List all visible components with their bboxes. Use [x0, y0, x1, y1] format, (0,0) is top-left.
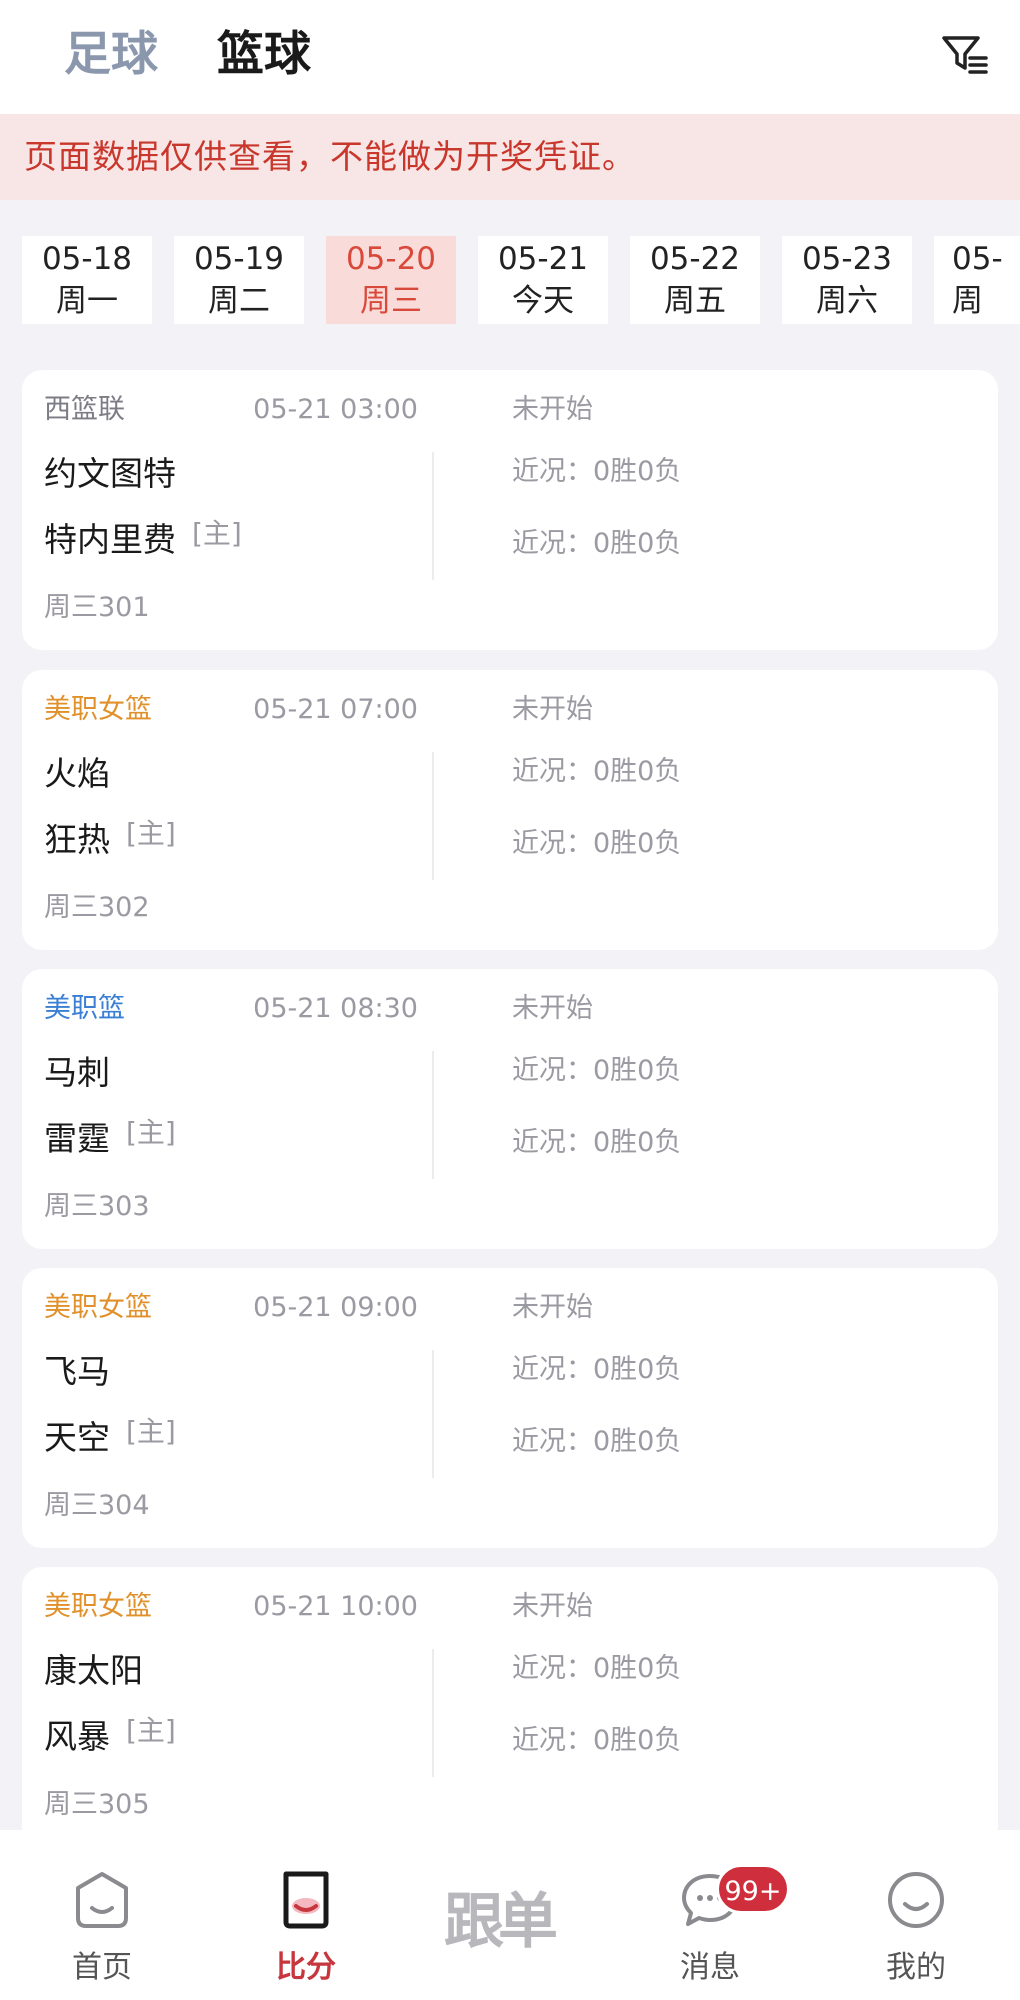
- day-label: 周五: [664, 283, 726, 319]
- match-status: 未开始: [512, 993, 593, 1024]
- tab-football[interactable]: 足球: [64, 20, 158, 90]
- league-label: 美职篮: [44, 993, 125, 1024]
- date-item[interactable]: 05-18 周一: [22, 236, 152, 324]
- date-item[interactable]: 05-21 今天: [478, 236, 608, 324]
- top-header: 足球 篮球: [0, 0, 1020, 114]
- day-label: 周六: [816, 283, 878, 319]
- date-label: 05-19: [193, 241, 285, 277]
- match-number: 周三305: [44, 1789, 150, 1820]
- match-time: 05-21 03:00: [253, 394, 418, 425]
- follow-order-icon[interactable]: 跟单: [444, 1882, 604, 1962]
- away-team: 马刺: [44, 1053, 110, 1092]
- home-team: 狂热: [44, 820, 110, 859]
- divider: [432, 752, 434, 880]
- away-record: 近况：0胜0负: [512, 1055, 682, 1086]
- home-team: 雷霆: [44, 1119, 110, 1158]
- away-team: 约文图特: [44, 454, 176, 493]
- match-card[interactable]: 美职篮 05-21 08:30 未开始 马刺 雷霆 [主] 近况：0胜0负 近况…: [22, 969, 998, 1249]
- away-record: 近况：0胜0负: [512, 456, 682, 487]
- nav-home[interactable]: 首页: [22, 1830, 182, 2000]
- nav-message[interactable]: 消息: [630, 1830, 790, 2000]
- away-record: 近况：0胜0负: [512, 1653, 682, 1684]
- score-icon: [276, 1870, 336, 1930]
- divider: [432, 1649, 434, 1777]
- home-tag: [主]: [126, 1415, 176, 1448]
- date-label: 05-20: [345, 241, 437, 277]
- filter-icon[interactable]: [940, 30, 990, 80]
- match-status: 未开始: [512, 694, 593, 725]
- message-badge: 99+: [716, 1864, 790, 1914]
- home-record: 近况：0胜0负: [512, 1127, 682, 1158]
- divider: [432, 1350, 434, 1478]
- home-team: 天空: [44, 1418, 110, 1457]
- day-label: 周二: [208, 283, 270, 319]
- match-number: 周三301: [44, 592, 150, 623]
- home-tag: [主]: [192, 517, 242, 550]
- away-team: 火焰: [44, 754, 110, 793]
- divider: [432, 452, 434, 580]
- home-team: 特内里费: [44, 520, 176, 559]
- league-label: 西篮联: [44, 394, 125, 425]
- match-card[interactable]: 西篮联 05-21 03:00 未开始 约文图特 特内里费 [主] 近况：0胜0…: [22, 370, 998, 650]
- date-label: 05-23: [801, 241, 893, 277]
- away-record: 近况：0胜0负: [512, 1354, 682, 1385]
- match-number: 周三302: [44, 892, 150, 923]
- nav-profile[interactable]: 我的: [836, 1830, 996, 2000]
- date-item[interactable]: 05-23 周六: [782, 236, 912, 324]
- date-label: 05-21: [497, 241, 589, 277]
- away-record: 近况：0胜0负: [512, 756, 682, 787]
- profile-icon: [886, 1870, 946, 1930]
- away-team: 康太阳: [44, 1651, 143, 1690]
- day-label: 周: [952, 283, 983, 319]
- nav-label: 消息: [680, 1950, 740, 1985]
- nav-label: 首页: [72, 1950, 132, 1985]
- match-status: 未开始: [512, 1591, 593, 1622]
- date-item[interactable]: 05-19 周二: [174, 236, 304, 324]
- league-label: 美职女篮: [44, 1591, 152, 1622]
- match-status: 未开始: [512, 1292, 593, 1323]
- home-team: 风暴: [44, 1717, 110, 1756]
- home-tag: [主]: [126, 817, 176, 850]
- league-label: 美职女篮: [44, 694, 152, 725]
- match-number: 周三304: [44, 1490, 150, 1521]
- bottom-navigation: 首页 比分 跟单 消息 我的: [0, 1830, 1020, 2000]
- home-record: 近况：0胜0负: [512, 1426, 682, 1457]
- match-card[interactable]: 美职女篮 05-21 07:00 未开始 火焰 狂热 [主] 近况：0胜0负 近…: [22, 670, 998, 950]
- date-item[interactable]: 05- 周: [934, 236, 1020, 324]
- match-time: 05-21 09:00: [253, 1292, 418, 1323]
- match-time: 05-21 07:00: [253, 694, 418, 725]
- home-record: 近况：0胜0负: [512, 1725, 682, 1756]
- home-icon: [72, 1870, 132, 1930]
- match-card[interactable]: 美职女篮 05-21 10:00 未开始 康太阳 风暴 [主] 近况：0胜0负 …: [22, 1567, 998, 1847]
- date-label: 05-18: [41, 241, 133, 277]
- match-number: 周三303: [44, 1191, 150, 1222]
- date-item[interactable]: 05-22 周五: [630, 236, 760, 324]
- date-item-selected[interactable]: 05-20 周三: [326, 236, 456, 324]
- tab-basketball[interactable]: 篮球: [217, 20, 311, 90]
- home-tag: [主]: [126, 1116, 176, 1149]
- match-time: 05-21 10:00: [253, 1591, 418, 1622]
- date-label: 05-: [952, 241, 1003, 277]
- date-label: 05-22: [649, 241, 741, 277]
- away-team: 飞马: [44, 1352, 110, 1391]
- match-card[interactable]: 美职女篮 05-21 09:00 未开始 飞马 天空 [主] 近况：0胜0负 近…: [22, 1268, 998, 1548]
- match-status: 未开始: [512, 394, 593, 425]
- match-time: 05-21 08:30: [253, 993, 418, 1024]
- day-label: 今天: [512, 283, 574, 319]
- day-label: 周一: [56, 283, 118, 319]
- disclaimer-notice: 页面数据仅供查看，不能做为开奖凭证。: [0, 114, 1020, 200]
- nav-label: 比分: [276, 1950, 336, 1985]
- home-tag: [主]: [126, 1714, 176, 1747]
- date-selector[interactable]: 05-18 周一 05-19 周二 05-20 周三 05-21 今天 05-2…: [0, 200, 1020, 342]
- day-label: 周三: [360, 283, 422, 319]
- home-record: 近况：0胜0负: [512, 828, 682, 859]
- league-label: 美职女篮: [44, 1292, 152, 1323]
- nav-score[interactable]: 比分: [226, 1830, 386, 2000]
- nav-label: 我的: [886, 1950, 946, 1985]
- home-record: 近况：0胜0负: [512, 528, 682, 559]
- divider: [432, 1051, 434, 1179]
